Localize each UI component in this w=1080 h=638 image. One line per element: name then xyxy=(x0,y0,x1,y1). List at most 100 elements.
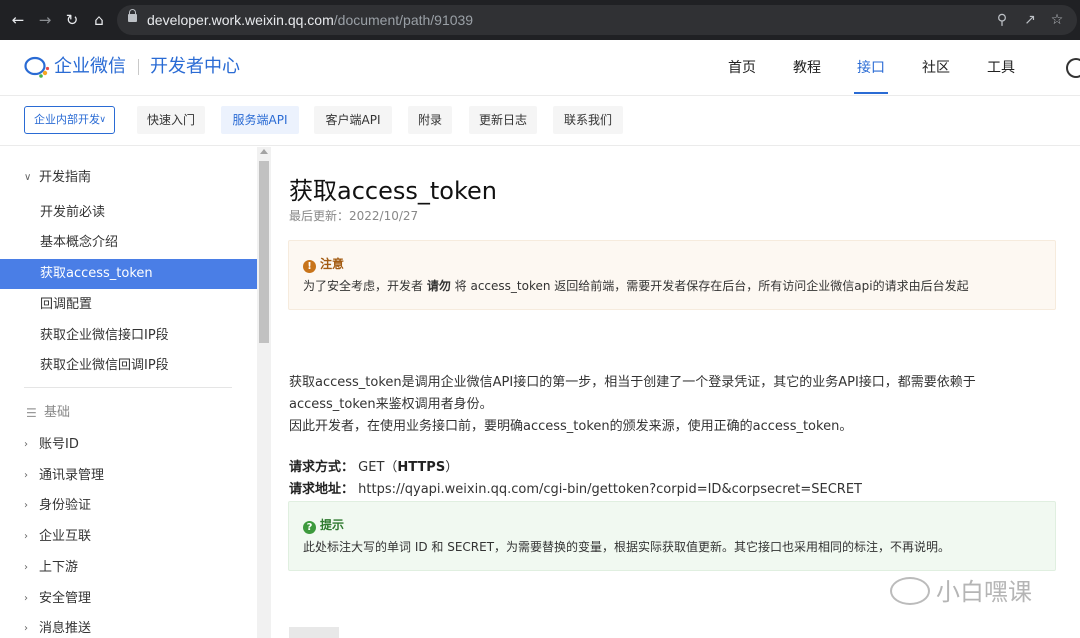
tab-client-api[interactable]: 客户端API xyxy=(314,106,392,134)
sidebar-group-label: 企业互联 xyxy=(39,529,92,544)
watermark: 小白嘿课 xyxy=(890,572,1032,612)
zoom-icon[interactable]: ⚲ xyxy=(993,11,1011,29)
tab-changelog[interactable]: 更新日志 xyxy=(469,106,537,134)
sidebar-group-label: 消息推送 xyxy=(39,621,92,636)
wecom-logo-icon[interactable] xyxy=(24,56,50,78)
sidebar-scrollbar[interactable] xyxy=(257,147,271,638)
dropdown-label: 企业内部开发 xyxy=(34,113,100,126)
request-method-value: GET（ xyxy=(358,460,398,475)
request-method-close: ） xyxy=(445,460,459,475)
scroll-up-arrow-icon[interactable] xyxy=(260,149,268,154)
sub-navigation: 企业内部开发 ∨ 快速入门 服务端API 客户端API 附录 更新日志 联系我们 xyxy=(0,96,1080,146)
chevron-right-icon: › xyxy=(24,439,28,450)
logo-text[interactable]: 企业微信 xyxy=(54,54,126,80)
url-path: /document/path/91039 xyxy=(333,12,474,28)
sidebar-item-prerequisites[interactable]: 开发前必读 xyxy=(0,198,257,228)
logo-subtitle[interactable]: 开发者中心 xyxy=(150,54,240,80)
request-url-value[interactable]: https://qyapi.weixin.qq.com/cgi-bin/gett… xyxy=(358,482,862,497)
request-method-protocol: HTTPS xyxy=(397,460,446,475)
sidebar-section-label: 基础 xyxy=(44,405,71,420)
warning-callout: ! 注意 为了安全考虑，开发者 请勿 将 access_token 返回给前端，需… xyxy=(288,240,1056,310)
chevron-right-icon: › xyxy=(24,623,28,634)
url-host: developer.work.weixin.qq.com xyxy=(147,12,334,28)
tab-contact[interactable]: 联系我们 xyxy=(553,106,623,134)
search-icon[interactable] xyxy=(1066,58,1080,78)
nav-tutorial[interactable]: 教程 xyxy=(787,40,827,96)
nav-api[interactable]: 接口 xyxy=(854,40,888,96)
nav-community[interactable]: 社区 xyxy=(916,40,956,96)
sidebar-group-account-id[interactable]: › 账号ID xyxy=(0,430,257,460)
warning-title: ! 注意 xyxy=(303,256,344,273)
intro-paragraph: 获取access_token是调用企业微信API接口的第一步，相当于创建了一个登… xyxy=(289,375,976,412)
warning-text-after: 将 access_token 返回给前端，需要开发者保存在后台，所有访问企业微信… xyxy=(450,279,969,293)
warning-text-before: 为了安全考虑，开发者 xyxy=(303,279,427,293)
help-icon: ? xyxy=(303,521,316,534)
sidebar-item-callback-config[interactable]: 回调配置 xyxy=(0,290,257,320)
sidebar-group-label: 身份验证 xyxy=(39,498,92,513)
nav-home[interactable]: 首页 xyxy=(722,40,762,96)
warning-title-text: 注意 xyxy=(320,257,345,271)
url-text[interactable]: developer.work.weixin.qq.com/document/pa… xyxy=(147,5,473,35)
chevron-right-icon: › xyxy=(24,531,28,542)
chevron-right-icon: › xyxy=(24,470,28,481)
home-icon[interactable]: ⌂ xyxy=(89,10,109,30)
last-updated: 最后更新：2022/10/27 xyxy=(289,209,419,223)
sidebar: ∨ 开发指南 开发前必读 基本概念介绍 获取access_token 回调配置 … xyxy=(0,147,257,638)
lock-icon[interactable] xyxy=(128,9,137,22)
sidebar-section-basic: ☰ 基础 xyxy=(0,398,257,428)
sidebar-group-label: 开发指南 xyxy=(39,170,92,185)
sidebar-group-messages[interactable]: › 消息推送 xyxy=(0,614,257,638)
sidebar-item-access-token[interactable]: 获取access_token xyxy=(0,259,257,289)
reload-icon[interactable]: ↻ xyxy=(62,10,82,30)
nav-tools[interactable]: 工具 xyxy=(981,40,1021,96)
browser-toolbar: ← → ↻ ⌂ developer.work.weixin.qq.com/doc… xyxy=(0,0,1080,40)
tip-title: ? 提示 xyxy=(303,517,344,534)
sidebar-group-contacts[interactable]: › 通讯录管理 xyxy=(0,461,257,491)
page-title: 获取access_token xyxy=(289,177,497,205)
tab-server-api[interactable]: 服务端API xyxy=(221,106,299,134)
bookmark-star-icon[interactable]: ☆ xyxy=(1048,11,1066,29)
sidebar-group-auth[interactable]: › 身份验证 xyxy=(0,491,257,521)
tip-text: 此处标注大写的单词 ID 和 SECRET，为需要替换的变量，根据实际获取值更新… xyxy=(303,540,951,554)
sidebar-group-dev-guide[interactable]: ∨ 开发指南 xyxy=(0,163,257,193)
back-icon[interactable]: ← xyxy=(8,10,28,30)
share-icon[interactable]: ↗ xyxy=(1021,11,1039,29)
sidebar-divider xyxy=(24,387,232,388)
warning-icon: ! xyxy=(303,260,316,273)
chevron-right-icon: › xyxy=(24,500,28,511)
request-method: 请求方式： GET（HTTPS） xyxy=(289,458,458,478)
sidebar-item-api-ip-range[interactable]: 获取企业微信接口IP段 xyxy=(0,321,257,351)
layers-icon: ☰ xyxy=(26,406,37,420)
logo-divider xyxy=(138,59,139,75)
tip-callout: ? 提示 此处标注大写的单词 ID 和 SECRET，为需要替换的变量，根据实际获… xyxy=(288,501,1056,571)
scrollbar-thumb[interactable] xyxy=(259,161,269,343)
sidebar-group-label: 通讯录管理 xyxy=(39,468,105,483)
chevron-right-icon: › xyxy=(24,593,28,604)
sidebar-group-enterprise-link[interactable]: › 企业互联 xyxy=(0,522,257,552)
forward-icon[interactable]: → xyxy=(35,10,55,30)
tab-quickstart[interactable]: 快速入门 xyxy=(137,106,205,134)
main-content: 获取access_token 最后更新：2022/10/27 ! 注意 为了安全考… xyxy=(272,147,1080,638)
sidebar-group-upstream-downstream[interactable]: › 上下游 xyxy=(0,553,257,583)
chevron-down-icon: ∨ xyxy=(99,115,106,125)
sidebar-group-label: 账号ID xyxy=(39,437,79,452)
watermark-text: 小白嘿课 xyxy=(936,578,1032,606)
request-url-label: 请求地址： xyxy=(289,482,355,497)
intro-paragraph-2: 因此开发者，在使用业务接口前，要明确access_token的颁发来源，使用正确… xyxy=(289,419,853,434)
sidebar-item-concepts[interactable]: 基本概念介绍 xyxy=(0,228,257,258)
request-url: 请求地址： https://qyapi.weixin.qq.com/cgi-bi… xyxy=(289,480,862,500)
request-method-label: 请求方式： xyxy=(289,460,355,475)
tip-title-text: 提示 xyxy=(320,518,345,532)
sidebar-group-label: 安全管理 xyxy=(39,591,92,606)
address-bar[interactable]: developer.work.weixin.qq.com/document/pa… xyxy=(117,5,1077,35)
sidebar-item-callback-ip-range[interactable]: 获取企业微信回调IP段 xyxy=(0,351,257,381)
tab-appendix[interactable]: 附录 xyxy=(408,106,452,134)
chevron-right-icon: › xyxy=(24,562,28,573)
wechat-icon xyxy=(890,577,930,605)
sidebar-group-security[interactable]: › 安全管理 xyxy=(0,584,257,614)
next-section-heading xyxy=(289,627,339,638)
dev-type-dropdown[interactable]: 企业内部开发 ∨ xyxy=(24,106,115,134)
chevron-down-icon: ∨ xyxy=(24,172,32,183)
warning-text-bold: 请勿 xyxy=(426,279,451,293)
warning-text: 为了安全考虑，开发者 请勿 将 access_token 返回给前端，需要开发者… xyxy=(303,278,969,294)
